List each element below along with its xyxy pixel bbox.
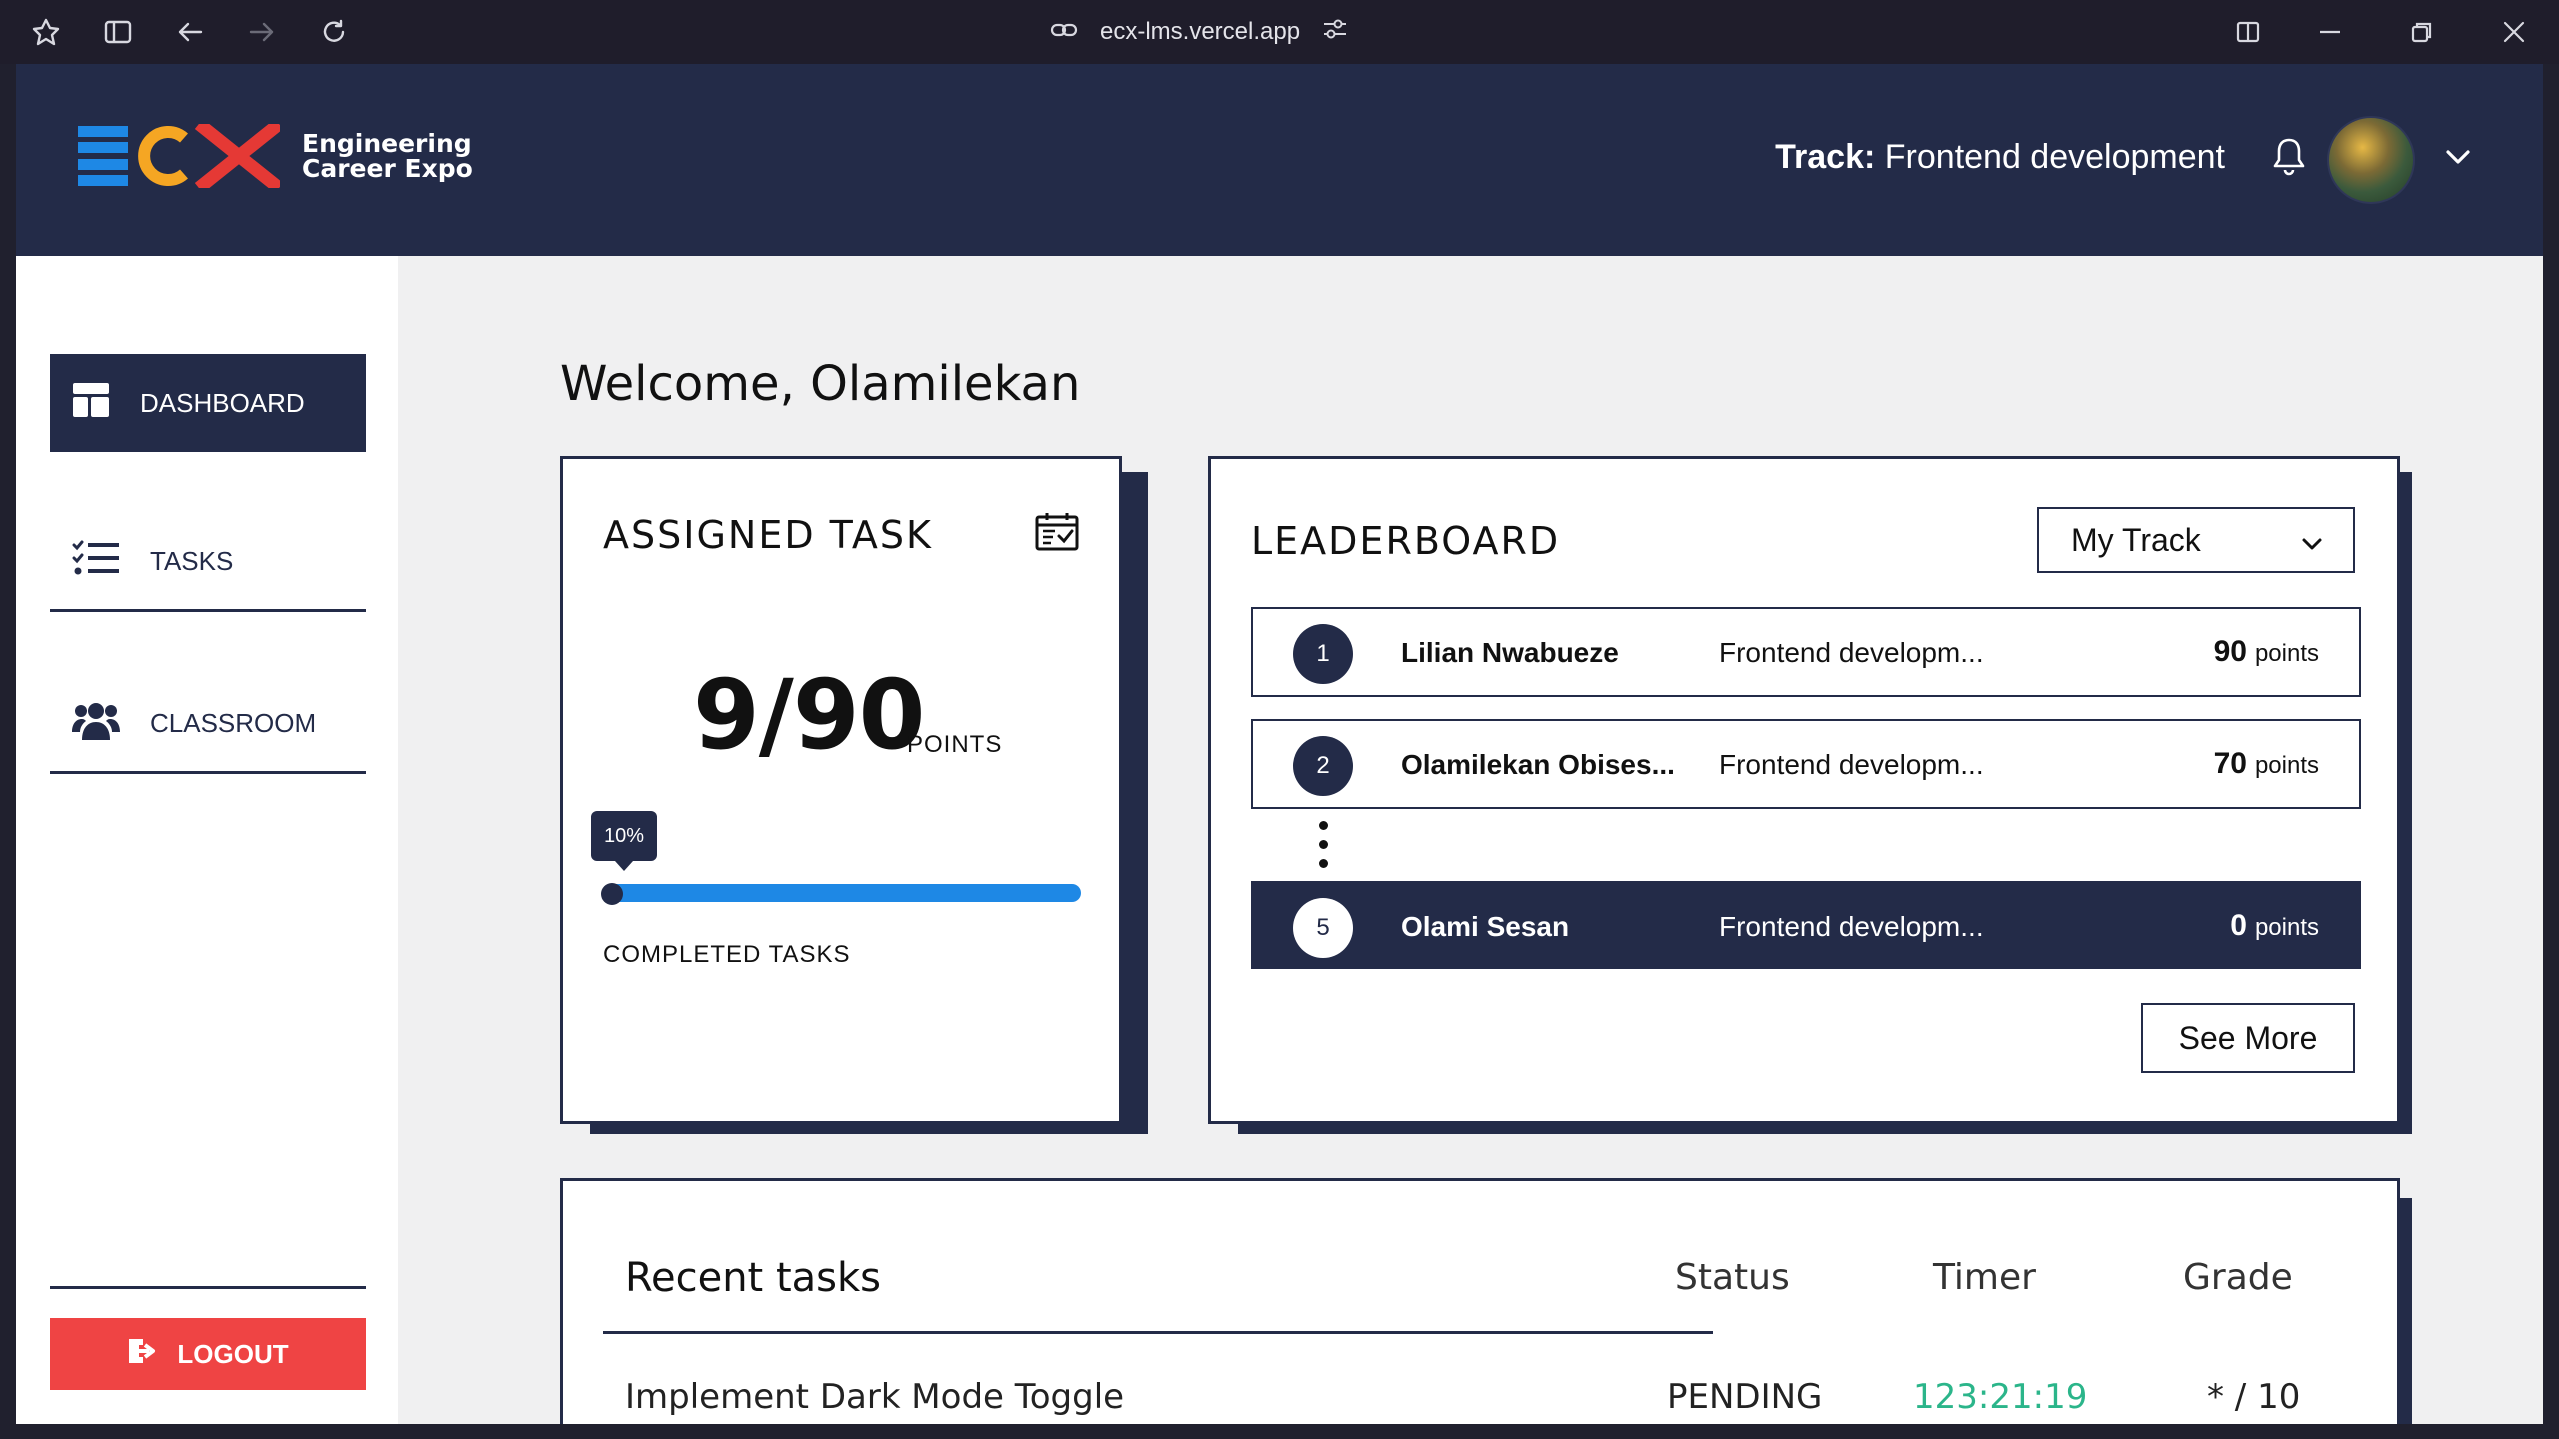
close-window-icon[interactable] bbox=[2498, 16, 2530, 48]
sidebar-item-label: DASHBOARD bbox=[140, 387, 305, 418]
leaderboard-track: Frontend developm... bbox=[1719, 911, 1984, 942]
table-header-divider bbox=[603, 1331, 1713, 1334]
leaderboard-track: Frontend developm... bbox=[1719, 637, 1984, 668]
points-unit: points bbox=[2254, 752, 2319, 779]
leaderboard-points: 90 points bbox=[2214, 635, 2319, 669]
ecx-logo[interactable]: Engineering Career Expo bbox=[78, 124, 473, 188]
notification-bell-icon[interactable] bbox=[2271, 136, 2307, 181]
recent-tasks-card: Recent tasks Status Timer Grade Implemen… bbox=[560, 1178, 2400, 1424]
rank-badge: 2 bbox=[1293, 736, 1353, 796]
sidebar: DASHBOARD TASKS CLASSROOM LOGOUT bbox=[16, 256, 398, 1424]
rank-badge: 5 bbox=[1293, 898, 1353, 958]
ellipsis-vertical-icon bbox=[1319, 821, 1329, 868]
app-window: Engineering Career Expo Track: Frontend … bbox=[16, 64, 2543, 1424]
address-bar[interactable]: ecx-lms.vercel.app bbox=[1050, 14, 1348, 50]
forward-arrow-icon[interactable] bbox=[246, 16, 278, 48]
current-track: Track: Frontend development bbox=[1775, 138, 2225, 177]
progress-knob bbox=[601, 883, 623, 905]
sidebar-item-dashboard[interactable]: DASHBOARD bbox=[50, 354, 366, 452]
column-header-status: Status bbox=[1675, 1257, 1790, 1298]
task-timer: 123:21:19 bbox=[1913, 1377, 2088, 1417]
logo-wordmark: Engineering Career Expo bbox=[302, 131, 473, 181]
assigned-task-card: ASSIGNED TASK 9/90 POINTS 10% COMPLETED … bbox=[560, 456, 1122, 1124]
leaderboard-row[interactable]: 1 Lilian Nwabueze Frontend developm... 9… bbox=[1251, 607, 2361, 697]
site-settings-icon[interactable] bbox=[1322, 18, 1348, 47]
progress-tooltip: 10% bbox=[591, 811, 657, 871]
users-group-icon bbox=[72, 700, 120, 747]
column-header-timer: Timer bbox=[1933, 1257, 2036, 1298]
track-filter-value: My Track bbox=[2071, 521, 2201, 558]
logout-icon bbox=[127, 1337, 157, 1372]
sidebar-toggle-icon[interactable] bbox=[102, 16, 134, 48]
app-header: Engineering Career Expo Track: Frontend … bbox=[16, 64, 2543, 256]
split-view-icon[interactable] bbox=[2232, 16, 2264, 48]
progress-bar bbox=[603, 884, 1081, 902]
points-unit: points bbox=[2254, 640, 2319, 667]
leaderboard-points: 70 points bbox=[2214, 747, 2319, 781]
logo-line-2: Career Expo bbox=[302, 154, 473, 183]
task-list-icon bbox=[72, 539, 120, 584]
browser-logo-icon[interactable] bbox=[30, 16, 62, 48]
points-value: 70 bbox=[2213, 747, 2247, 780]
logout-label: LOGOUT bbox=[177, 1338, 289, 1369]
back-arrow-icon[interactable] bbox=[174, 16, 206, 48]
sidebar-item-label: TASKS bbox=[150, 546, 234, 576]
leaderboard-row[interactable]: 2 Olamilekan Obises... Frontend developm… bbox=[1251, 719, 2361, 809]
chevron-down-icon[interactable] bbox=[2445, 148, 2471, 171]
leaderboard-title: LEADERBOARD bbox=[1251, 519, 1561, 563]
leaderboard-name: Lilian Nwabueze bbox=[1401, 637, 1619, 668]
chevron-down-icon bbox=[2301, 522, 2323, 559]
recent-tasks-title: Recent tasks bbox=[625, 1255, 881, 1301]
logo-line-1: Engineering bbox=[302, 129, 472, 158]
url-text[interactable]: ecx-lms.vercel.app bbox=[1100, 18, 1300, 46]
leaderboard-points: 0 points bbox=[2230, 909, 2319, 943]
task-name[interactable]: Implement Dark Mode Toggle bbox=[625, 1377, 1124, 1417]
leaderboard-track: Frontend developm... bbox=[1719, 749, 1984, 780]
points-unit-label: POINTS bbox=[907, 731, 1003, 758]
sidebar-item-label: CLASSROOM bbox=[150, 708, 317, 738]
track-value: Frontend development bbox=[1884, 138, 2225, 176]
track-label: Track: bbox=[1775, 138, 1876, 176]
task-status: PENDING bbox=[1667, 1377, 1823, 1417]
restore-icon[interactable] bbox=[2406, 16, 2438, 48]
logout-button[interactable]: LOGOUT bbox=[50, 1318, 366, 1390]
sidebar-divider bbox=[50, 1286, 366, 1289]
sidebar-item-classroom[interactable]: CLASSROOM bbox=[50, 676, 366, 774]
ecx-logo-mark bbox=[78, 124, 280, 188]
user-avatar[interactable] bbox=[2327, 116, 2415, 204]
track-filter-select[interactable]: My Track bbox=[2037, 507, 2355, 573]
points-score: 9/90 bbox=[693, 659, 925, 771]
leaderboard-name: Olamilekan Obises... bbox=[1401, 749, 1675, 780]
points-unit: points bbox=[2254, 914, 2319, 941]
task-grade: * / 10 bbox=[2207, 1377, 2301, 1417]
assigned-task-title: ASSIGNED TASK bbox=[603, 513, 933, 557]
browser-toolbar: ecx-lms.vercel.app bbox=[0, 0, 2559, 64]
dashboard-icon bbox=[72, 382, 110, 425]
calendar-check-icon[interactable] bbox=[1035, 511, 1079, 556]
leaderboard-card: LEADERBOARD My Track 1 Lilian Nwabueze F… bbox=[1208, 456, 2400, 1124]
see-more-button[interactable]: See More bbox=[2141, 1003, 2355, 1073]
leaderboard-row-current-user[interactable]: 5 Olami Sesan Frontend developm... 0 poin… bbox=[1251, 881, 2361, 969]
column-header-grade: Grade bbox=[2183, 1257, 2293, 1298]
welcome-heading: Welcome, Olamilekan bbox=[560, 356, 1081, 412]
points-value: 90 bbox=[2213, 635, 2247, 668]
link-icon bbox=[1050, 18, 1078, 46]
reload-icon[interactable] bbox=[318, 16, 350, 48]
rank-badge: 1 bbox=[1293, 624, 1353, 684]
leaderboard-name: Olami Sesan bbox=[1401, 911, 1570, 942]
minimize-icon[interactable] bbox=[2314, 16, 2346, 48]
sidebar-item-tasks[interactable]: TASKS bbox=[50, 514, 366, 612]
points-value: 0 bbox=[2230, 909, 2247, 942]
completed-tasks-label: COMPLETED TASKS bbox=[603, 941, 851, 968]
